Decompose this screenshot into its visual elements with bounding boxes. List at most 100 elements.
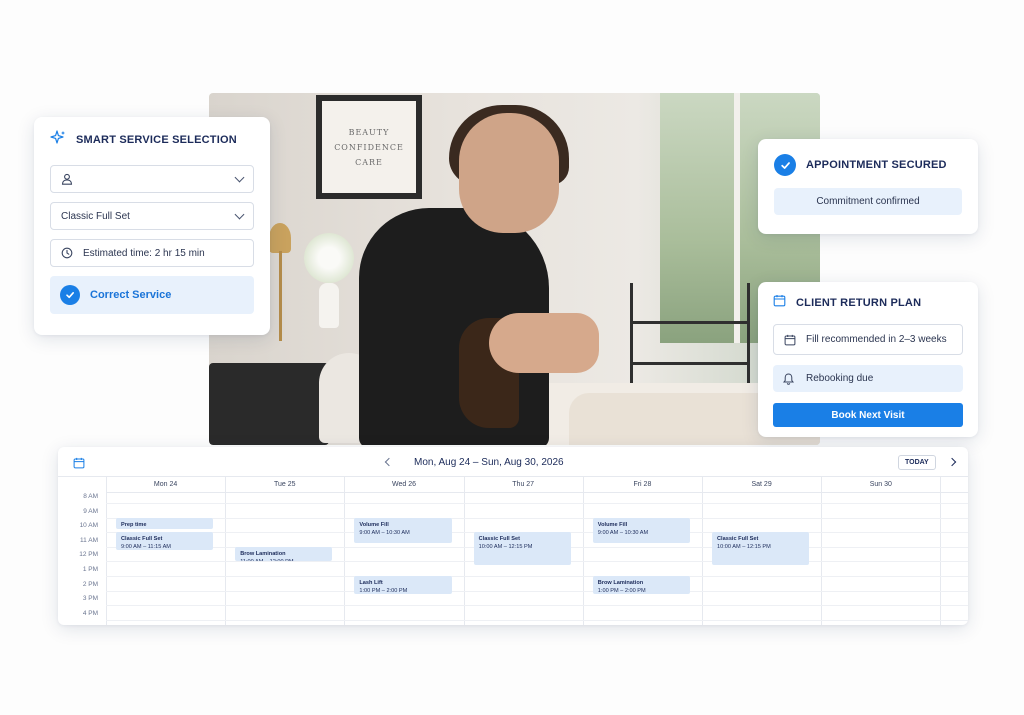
estimated-time-text: Estimated time: 2 hr 15 min (83, 247, 205, 259)
check-circle-icon (60, 285, 80, 305)
day-divider (344, 477, 346, 625)
header-divider (106, 492, 968, 493)
estimated-time-field: Estimated time: 2 hr 15 min (50, 239, 254, 267)
check-circle-icon (774, 154, 796, 176)
calendar-event[interactable]: Lash Lift 1:00 PM – 2:00 PM (354, 576, 452, 595)
event-time: 10:00 AM – 12:15 PM (478, 544, 533, 551)
day-header: Mon 24 (153, 481, 178, 488)
calendar-event[interactable]: Classic Full Set 10:00 AM – 12:15 PM (473, 532, 571, 566)
day-header: Sat 29 (751, 481, 772, 488)
next-week-icon[interactable] (947, 457, 957, 467)
hour-line (106, 590, 968, 592)
poster-line: CARE (355, 157, 383, 167)
wall-poster: BEAUTY CONFIDENCE CARE (316, 95, 422, 199)
day-divider (582, 477, 584, 625)
event-title: Classic Full Set (478, 536, 520, 543)
service-select[interactable]: Classic Full Set (50, 202, 254, 230)
time-label: 10 AM (79, 522, 98, 530)
hour-line (106, 605, 968, 607)
calendar-toolbar: Mon, Aug 24 – Sun, Aug 30, 2026 TODAY (58, 447, 968, 477)
client-return-plan-card: CLIENT RETURN PLAN Fill recommended in 2… (758, 282, 978, 437)
event-title: Volume Fill (597, 521, 628, 528)
appointment-secured-card: APPOINTMENT SECURED Commitment confirmed (758, 139, 978, 234)
time-label: 4 PM (82, 609, 98, 617)
day-header: Wed 26 (391, 481, 416, 488)
client-select[interactable] (50, 165, 254, 193)
event-time: 1:00 PM – 2:00 PM (359, 588, 408, 594)
day-divider (702, 477, 703, 625)
event-time: 1:00 PM – 2:00 PM (597, 588, 646, 594)
time-label: 3 PM (82, 595, 98, 603)
event-time: 10:00 AM – 12:15 PM (717, 544, 771, 551)
photo-client (489, 313, 599, 373)
event-title: Brow Lamination (597, 580, 644, 586)
event-title: Brow Lamination (240, 550, 286, 557)
card-title: APPOINTMENT SECURED (806, 159, 947, 171)
service-select-value: Classic Full Set (61, 210, 130, 222)
calendar-event[interactable]: Prep time (116, 517, 214, 529)
day-header: Thu 27 (512, 481, 535, 488)
day-header: Tue 25 (274, 481, 296, 488)
time-label: 9 AM (83, 507, 98, 515)
hour-line (106, 619, 968, 621)
chevron-down-icon (234, 209, 245, 219)
week-range: Mon, Aug 24 – Sun, Aug 30, 2026 (414, 456, 564, 468)
time-label: 11 AM (80, 536, 98, 544)
calendar-event[interactable]: Classic Full Set 10:00 AM – 12:15 PM (712, 532, 810, 566)
time-label: 2 PM (82, 580, 98, 588)
time-label: 8 AM (83, 493, 98, 500)
time-label: 12 PM (79, 551, 98, 559)
smart-service-card: SMART SERVICE SELECTION Classic Full Set… (34, 117, 270, 335)
previous-week-icon[interactable] (384, 457, 394, 467)
calendar-event[interactable]: Volume Fill 9:00 AM – 10:30 AM (592, 517, 690, 544)
sparkle-icon (50, 129, 66, 151)
rebooking-text: Rebooking due (806, 373, 874, 384)
card-title: SMART SERVICE SELECTION (76, 134, 237, 146)
day-divider (225, 477, 227, 625)
event-time: 9:00 AM – 10:30 AM (359, 529, 410, 536)
day-header: Sun 30 (869, 481, 892, 488)
calendar-event[interactable]: Classic Full Set 9:00 AM – 11:15 AM (116, 532, 214, 551)
event-title: Classic Full Set (717, 536, 759, 543)
event-time: 9:00 AM – 10:30 AM (597, 529, 649, 536)
photo-tool-tray (209, 363, 329, 445)
clock-icon (61, 247, 73, 259)
poster-line: CONFIDENCE (334, 142, 404, 152)
card-title: CLIENT RETURN PLAN (796, 297, 922, 309)
today-button[interactable]: TODAY (898, 455, 936, 470)
hour-line (106, 503, 968, 504)
event-title: Classic Full Set (121, 536, 163, 543)
day-divider (821, 477, 823, 625)
calendar-event[interactable]: Brow Lamination11:00 AM – 12:00 PM (235, 546, 333, 562)
fill-recommendation-text: Fill recommended in 2–3 weeks (806, 334, 947, 345)
day-divider (106, 477, 107, 625)
chevron-down-icon (234, 172, 245, 182)
calendar-event[interactable]: Brow Lamination 1:00 PM – 2:00 PM (592, 576, 690, 595)
week-calendar: Mon, Aug 24 – Sun, Aug 30, 2026 TODAY Mo… (58, 447, 968, 625)
hero-photo: BEAUTY CONFIDENCE CARE (209, 93, 820, 445)
calendar-grid: Mon 24 Tue 25 Wed 26 Thu 27 Fri 28 Sat 29 Sun … (58, 477, 968, 625)
calendar-event[interactable]: Volume Fill 9:00 AM – 10:30 AM (354, 517, 452, 544)
user-icon (61, 173, 73, 185)
event-time: 11:00 AM – 12:00 PM (240, 558, 327, 562)
event-title: Prep time (121, 521, 147, 528)
day-divider (940, 477, 942, 625)
poster-line: BEAUTY (348, 127, 390, 137)
hour-line (106, 517, 968, 519)
event-title: Lash Lift (359, 580, 383, 586)
correct-service-status: Correct Service (50, 276, 254, 314)
event-title: Volume Fill (359, 521, 389, 528)
calendar-icon (773, 294, 786, 312)
hour-line (106, 576, 968, 577)
fill-recommendation: Fill recommended in 2–3 weeks (773, 324, 963, 355)
event-time: 9:00 AM – 11:15 AM (121, 544, 171, 551)
commitment-status: Commitment confirmed (774, 188, 962, 215)
calendar-icon (784, 334, 796, 346)
book-next-visit-button[interactable]: Book Next Visit (773, 403, 963, 427)
rebooking-status: Rebooking due (773, 365, 963, 392)
day-header: Fri 28 (633, 481, 652, 488)
day-divider (463, 477, 465, 625)
calendar-icon[interactable] (73, 456, 85, 474)
correct-service-label: Correct Service (90, 289, 172, 301)
time-label: 1 PM (82, 566, 98, 573)
